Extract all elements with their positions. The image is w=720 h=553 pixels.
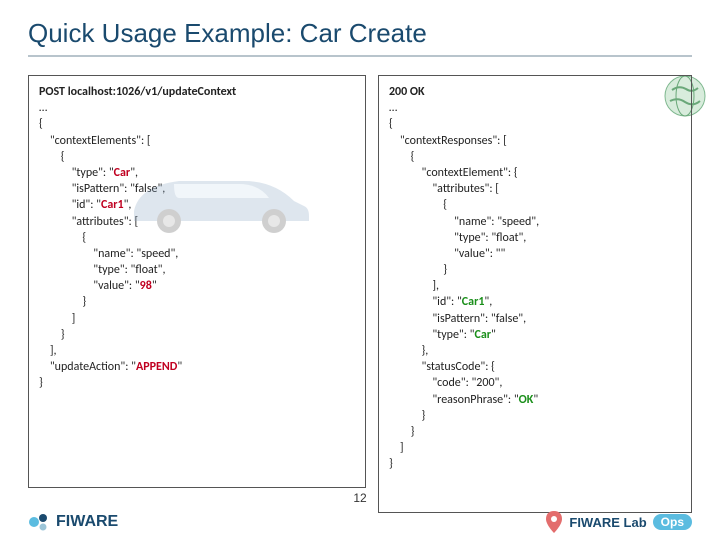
resp-type: Car: [474, 328, 491, 342]
update-action: APPEND: [136, 360, 177, 374]
ops-badge: Ops: [653, 514, 692, 530]
page-number: 12: [353, 491, 366, 505]
fiware-logo: FIWARE: [28, 511, 118, 533]
fiware-lab-text: FIWARE Lab: [569, 515, 646, 530]
entity-id: Car1: [101, 198, 124, 212]
slide: Quick Usage Example: Car Create POST loc…: [0, 0, 720, 553]
request-box: POST localhost:1026/v1/updateContext … {…: [28, 75, 366, 488]
attr-value: 98: [140, 279, 152, 293]
columns: POST localhost:1026/v1/updateContext … {…: [28, 75, 692, 513]
response-code: 200 OK … { "contextResponses": [ { "cont…: [389, 84, 681, 473]
entity-type: Car: [114, 166, 131, 180]
response-box: 200 OK … { "contextResponses": [ { "cont…: [378, 75, 692, 513]
fiware-mark-icon: [28, 511, 50, 533]
slide-title: Quick Usage Example: Car Create: [28, 18, 692, 57]
request-code: POST localhost:1026/v1/updateContext … {…: [39, 84, 355, 392]
resp-id: Car1: [462, 295, 485, 309]
fiware-text: FIWARE: [56, 513, 118, 531]
reason-phrase: OK: [519, 393, 534, 407]
footer: FIWARE FIWARE Lab Ops: [0, 511, 720, 533]
fiware-lab-ops: FIWARE Lab Ops: [545, 511, 692, 533]
pin-icon: [545, 511, 563, 533]
request-line: POST localhost:1026/v1/updateContext: [39, 85, 236, 99]
response-status: 200 OK: [389, 85, 425, 99]
